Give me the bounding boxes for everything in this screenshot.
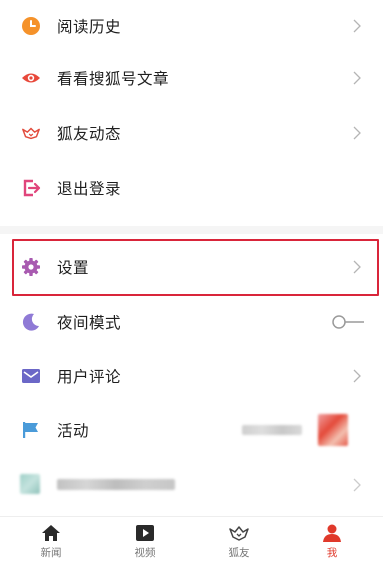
video-icon [136,525,154,541]
person-icon [323,524,341,542]
home-icon [42,525,60,541]
chevron-right-icon [353,369,361,383]
tab-friends[interactable]: 狐友 [209,521,269,561]
menu-item-user-comments[interactable]: 用户评论 [0,350,383,402]
fox-icon [21,123,41,143]
menu-item-label: 退出登录 [57,180,122,198]
settings-highlight-box [12,239,379,296]
bottom-tab-bar: 新闻 视频 狐友 我 [0,516,383,562]
menu-item-activity[interactable]: 活动 [0,404,383,456]
chevron-right-icon [353,126,361,140]
chevron-right-icon [353,19,361,33]
menu-item-label: 用户评论 [57,368,122,386]
menu-item-label: 阅读历史 [57,18,122,36]
menu-item-label: 狐友动态 [57,125,122,143]
fox-icon [229,526,249,541]
tab-me[interactable]: 我 [302,521,362,561]
flag-icon [21,420,41,440]
tab-news[interactable]: 新闻 [21,521,81,561]
activity-blurred-text [242,425,302,435]
blurred-icon [20,474,40,494]
menu-item-logout[interactable]: 退出登录 [0,162,383,214]
menu-item-label: 活动 [57,422,90,440]
tab-label: 狐友 [228,547,250,559]
clock-icon [21,16,41,36]
moon-icon [21,312,41,332]
tab-label: 我 [326,547,338,559]
menu-item-blurred[interactable] [0,459,383,511]
chevron-right-icon [353,478,361,492]
blurred-label [57,479,175,490]
tab-label: 视频 [134,547,156,559]
menu-item-reading-history[interactable]: 阅读历史 [0,0,383,52]
menu-item-friends-feed[interactable]: 狐友动态 [0,107,383,159]
activity-blurred-image [318,414,348,446]
section-divider [0,226,383,234]
chevron-right-icon [353,71,361,85]
menu-item-night-mode[interactable]: 夜间模式 [0,296,383,348]
tab-label: 新闻 [40,547,62,559]
menu-item-label: 夜间模式 [57,314,122,332]
logout-icon [21,178,41,198]
menu-item-label: 看看搜狐号文章 [57,70,170,88]
tab-video[interactable]: 视频 [115,521,175,561]
menu-item-sohu-articles[interactable]: 看看搜狐号文章 [0,52,383,104]
mail-icon [21,366,41,386]
eye-icon [21,68,41,88]
night-mode-toggle[interactable] [331,314,365,330]
